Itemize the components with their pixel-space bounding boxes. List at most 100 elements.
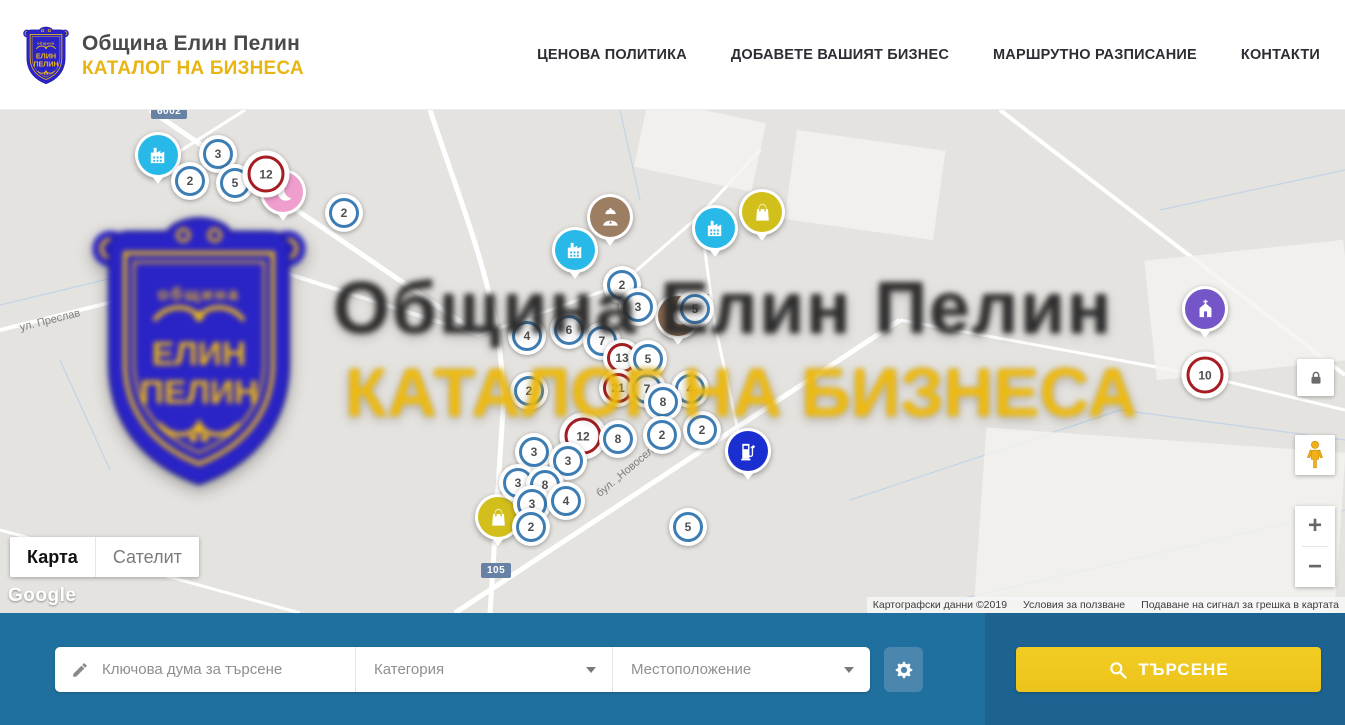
cluster-count: 6 [566, 323, 573, 337]
search-bar: Категория Местоположение ТЪРСЕНЕ [0, 613, 1345, 725]
cluster-marker[interactable]: 2 [512, 508, 550, 546]
cluster-count: 2 [526, 384, 533, 398]
search-button[interactable]: ТЪРСЕНЕ [1016, 647, 1321, 692]
map-canvas[interactable]: ул. Преславбул. „Новоселци"ци"6002105 32… [0, 110, 1345, 613]
municipality-crest-icon: община ЕЛИН ПЕЛИН [22, 26, 70, 86]
site-logo[interactable]: община ЕЛИН ПЕЛИН Община Елин Пелин КАТА… [22, 26, 304, 86]
gas-station-icon [728, 431, 768, 471]
cluster-count: 5 [645, 352, 652, 366]
category-select-value: Категория [374, 661, 444, 678]
svg-text:ЕЛИН: ЕЛИН [36, 51, 56, 60]
cluster-count: 21 [611, 381, 624, 395]
road-number-badge: 6002 [151, 110, 187, 119]
cluster-count: 2 [699, 423, 706, 437]
cluster-marker[interactable]: 2 [325, 194, 363, 232]
attribution-report-link[interactable]: Подаване на сигнал за грешка в картата [1141, 599, 1339, 611]
search-button-label: ТЪРСЕНЕ [1138, 660, 1228, 680]
cluster-marker[interactable]: 8 [599, 420, 637, 458]
cluster-count: 4 [524, 329, 531, 343]
cluster-marker[interactable]: 2 [683, 411, 721, 449]
cluster-count: 5 [692, 302, 699, 316]
page: община ЕЛИН ПЕЛИН Община Елин Пелин КАТА… [0, 0, 1345, 725]
header: община ЕЛИН ПЕЛИН Община Елин Пелин КАТА… [0, 0, 1345, 110]
cluster-count: 3 [635, 300, 642, 314]
attribution-terms-link[interactable]: Условия за ползване [1023, 599, 1125, 611]
cluster-marker[interactable]: 12 [243, 151, 290, 198]
nav-contacts[interactable]: КОНТАКТИ [1241, 47, 1320, 63]
pin-factory-marker[interactable] [552, 227, 598, 273]
cluster-count: 3 [531, 445, 538, 459]
cluster-marker[interactable]: 3 [619, 288, 657, 326]
cluster-marker[interactable]: 2 [510, 372, 548, 410]
cluster-marker[interactable]: 2 [171, 162, 209, 200]
church-icon [1185, 289, 1225, 329]
brand-title: Община Елин Пелин [82, 32, 304, 56]
gear-icon [893, 659, 915, 681]
cluster-count: 3 [565, 454, 572, 468]
keyword-search-input[interactable] [102, 661, 355, 678]
pin-church-marker[interactable] [1182, 286, 1228, 332]
worker-icon [590, 197, 630, 237]
map-type-control: Карта Сателит [10, 537, 199, 577]
cluster-count: 10 [1198, 368, 1211, 382]
factory-icon [695, 208, 735, 248]
factory-icon [555, 230, 595, 270]
pin-gas-station-marker[interactable] [725, 428, 771, 474]
cluster-count: 2 [341, 206, 348, 220]
pin-factory-marker[interactable] [692, 205, 738, 251]
zoom-in-button[interactable]: + [1295, 506, 1335, 546]
advanced-settings-button[interactable] [884, 647, 923, 692]
brand-subtitle: КАТАЛОГ НА БИЗНЕСА [82, 58, 304, 80]
cluster-count: 12 [576, 429, 589, 443]
cluster-count: 4 [687, 382, 694, 396]
svg-text:община: община [37, 41, 55, 45]
cluster-marker[interactable]: 2 [643, 416, 681, 454]
zoom-out-button[interactable]: − [1295, 547, 1335, 587]
location-select-value: Местоположение [631, 661, 751, 678]
cluster-count: 4 [563, 494, 570, 508]
main-nav: ЦЕНОВА ПОЛИТИКА ДОБАВЕТЕ ВАШИЯТ БИЗНЕС М… [537, 0, 1320, 110]
pin-shopping-bag-marker[interactable] [739, 189, 785, 235]
cluster-count: 8 [615, 432, 622, 446]
street-view-pegman[interactable] [1295, 435, 1335, 475]
attribution-copyright: Картографски данни ©2019 [873, 599, 1007, 611]
search-icon [1108, 660, 1128, 680]
cluster-count: 7 [599, 334, 606, 348]
cluster-count: 8 [660, 395, 667, 409]
cluster-count: 2 [187, 174, 194, 188]
map-view-button[interactable]: Карта [10, 537, 95, 577]
pin-worker-marker[interactable] [587, 194, 633, 240]
chevron-down-icon [586, 667, 596, 673]
nav-route-schedule[interactable]: МАРШРУТНО РАЗПИСАНИЕ [993, 47, 1197, 63]
category-select[interactable]: Категория [355, 647, 612, 692]
shopping-bag-icon [742, 192, 782, 232]
cluster-count: 3 [215, 147, 222, 161]
cluster-marker[interactable]: 5 [669, 508, 707, 546]
location-select[interactable]: Местоположение [612, 647, 870, 692]
chevron-down-icon [844, 667, 854, 673]
pegman-icon [1302, 440, 1328, 470]
search-group: Категория Местоположение [55, 647, 870, 692]
cluster-marker[interactable]: 4 [547, 482, 585, 520]
cluster-count: 2 [528, 520, 535, 534]
lock-control-button[interactable] [1297, 359, 1334, 396]
cluster-marker[interactable]: 5 [676, 290, 714, 328]
cluster-count: 2 [659, 428, 666, 442]
cluster-count: 12 [259, 167, 272, 181]
lock-icon [1307, 369, 1325, 387]
zoom-control: + − [1295, 506, 1335, 587]
cluster-marker[interactable]: 4 [508, 317, 546, 355]
google-logo[interactable]: Google [8, 585, 76, 607]
nav-pricing-policy[interactable]: ЦЕНОВА ПОЛИТИКА [537, 47, 687, 63]
brand-text: Община Елин Пелин КАТАЛОГ НА БИЗНЕСА [82, 32, 304, 80]
satellite-view-button[interactable]: Сателит [95, 537, 199, 577]
nav-add-your-business[interactable]: ДОБАВЕТЕ ВАШИЯТ БИЗНЕС [731, 47, 949, 63]
cluster-count: 5 [685, 520, 692, 534]
cluster-marker[interactable]: 10 [1182, 352, 1229, 399]
road-number-badge: 105 [481, 563, 511, 578]
keyword-field-wrap [55, 647, 355, 692]
cluster-count: 2 [619, 278, 626, 292]
cluster-count: 13 [615, 351, 628, 365]
map-attribution: Картографски данни ©2019 Условия за полз… [867, 597, 1345, 613]
pencil-icon [71, 661, 89, 679]
